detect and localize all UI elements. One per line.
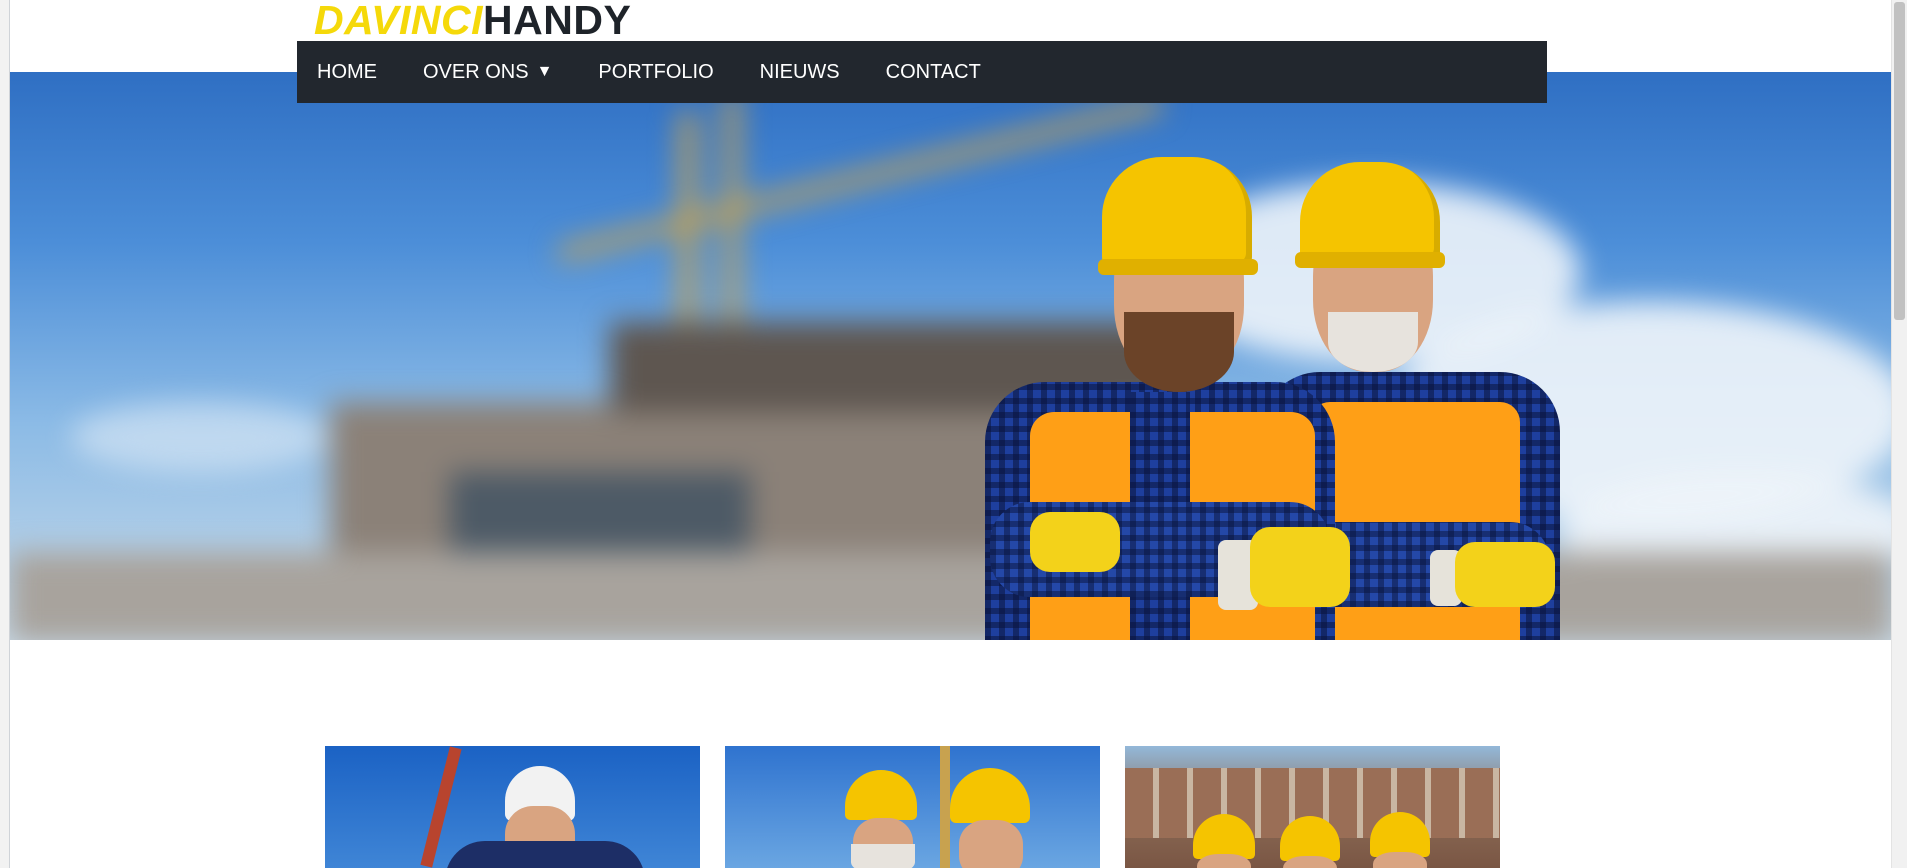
main-navigation: HOME OVER ONS ▼ PORTFOLIO NIEUWS CONTACT — [297, 41, 1547, 103]
card-image-engineer[interactable] — [325, 746, 700, 868]
nav-item-nieuws-label: NIEUWS — [759, 60, 840, 83]
nav-item-nieuws[interactable]: NIEUWS — [760, 61, 840, 84]
logo-text-davinci: DAVINCI — [314, 0, 484, 43]
site-logo[interactable]: DAVINCI HANDY — [314, 0, 631, 40]
construction-workers — [10, 72, 1892, 640]
nav-item-portfolio[interactable]: PORTFOLIO — [598, 61, 713, 84]
nav-item-over-ons[interactable]: OVER ONS ▼ — [423, 61, 552, 84]
nav-item-home-label: HOME — [317, 60, 377, 83]
hero-image — [10, 72, 1892, 640]
card-image-workers-building[interactable] — [1125, 746, 1500, 868]
scrollbar-thumb[interactable] — [1894, 2, 1905, 320]
nav-item-contact[interactable]: CONTACT — [886, 61, 981, 84]
nav-item-over-ons-label: OVER ONS — [423, 60, 529, 83]
nav-item-portfolio-label: PORTFOLIO — [598, 60, 714, 83]
nav-item-contact-label: CONTACT — [885, 60, 981, 83]
dropdown-caret-icon: ▼ — [536, 63, 553, 80]
window-left-edge — [0, 0, 10, 868]
vertical-scrollbar[interactable] — [1891, 0, 1907, 868]
card-image-workers-group[interactable] — [725, 746, 1100, 868]
nav-item-home[interactable]: HOME — [317, 61, 377, 84]
logo-text-handy: HANDY — [483, 0, 632, 43]
